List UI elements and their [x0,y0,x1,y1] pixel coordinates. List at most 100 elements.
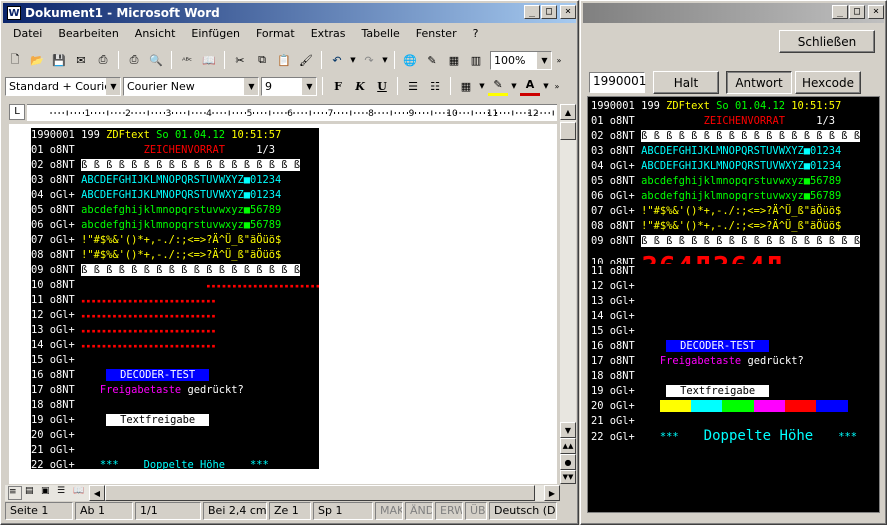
document-page[interactable]: 1990001 199 ZDFtext So 01.04.12 10:51:57… [9,124,557,484]
bullets-icon[interactable]: ☷ [425,76,445,96]
menu-item[interactable]: Format [248,26,303,44]
maximize-button[interactable]: □ [849,5,865,19]
undo-dropdown-icon[interactable]: ▼ [349,50,357,70]
highlight-dropdown-icon[interactable]: ▼ [510,76,518,96]
horizontal-ruler[interactable]: 12345678910111213 [27,104,557,121]
browse-object-button[interactable]: ● [560,454,576,470]
halt-button[interactable]: Halt [653,71,719,94]
zoom-select[interactable]: 100% ▼ [490,50,552,70]
format-painter-icon[interactable]: 🖌 [296,50,316,70]
teletext-text [635,415,641,427]
new-doc-icon[interactable]: 🗋 [5,50,25,70]
minimize-button[interactable]: _ [832,5,848,19]
row-code: 20 oGl+ [31,429,75,441]
font-color-icon[interactable]: A [520,76,540,96]
page-fraction: 1/3 [816,115,836,127]
page-input[interactable]: 1990001 [589,72,646,93]
insert-table-icon[interactable]: ▦ [444,50,464,70]
size-select[interactable]: 9 ▼ [261,76,317,96]
highlight-icon[interactable]: ✎ [488,76,508,96]
italic-button[interactable]: K [350,76,370,96]
scroll-right-button[interactable]: ▶ [544,485,560,501]
hyperlink-icon[interactable]: 🌐 [400,50,420,70]
print-view-icon[interactable]: ▣ [41,486,50,496]
close-app-button[interactable]: Schließen [779,30,875,53]
close-button[interactable]: × [560,5,576,19]
print-preview-icon[interactable]: ⎙ [124,50,144,70]
open-icon[interactable]: 📂 [27,50,47,70]
close-button[interactable]: × [868,5,884,19]
font-select[interactable]: Courier New ▼ [123,76,259,96]
tab-selector[interactable]: L [9,104,25,120]
menu-item[interactable]: Extras [303,26,354,44]
scroll-down-button[interactable]: ▼ [560,422,576,438]
border-icon[interactable]: ▦ [456,76,476,96]
teletext-row: 08 o8NT !"#$%&'()*+,-./:;<=>?Ä^Ü_ß"äÖüö$ [31,248,319,263]
web-view-icon[interactable]: ▤ [25,486,34,496]
scroll-thumb[interactable] [560,122,576,140]
mosaic-row: ▪▪▪▪▪▪▪▪▪▪▪▪▪▪▪▪▪▪▪▪▪▪▪▪▪▪ [81,297,217,305]
hscroll-thumb[interactable] [105,485,535,501]
row-code: 11 o8NT [31,294,75,306]
menu-item[interactable]: Einfügen [183,26,248,44]
teletext-text: ABCDEFGHIJKLMNOPQRSTUVWXYZ [641,160,804,172]
status-erw[interactable]: ERW [435,502,463,520]
menu-item[interactable]: Bearbeiten [50,26,126,44]
hexcode-button[interactable]: Hexcode [795,71,861,94]
row-code: 13 oGl+ [31,324,75,336]
scroll-up-button[interactable]: ▲ [560,104,576,120]
horizontal-scrollbar[interactable]: ≡ ▤ ▣ ☰ 📖 ◀ ▶ [5,485,560,501]
menu-item[interactable]: ? [465,26,487,44]
vertical-scrollbar[interactable]: ▲ ▼ ▲▲ ● ▼▼ [560,104,576,484]
menu-item[interactable]: Datei [5,26,50,44]
cut-icon[interactable]: ✂ [230,50,250,70]
menu-item[interactable]: Fenster [408,26,465,44]
scroll-left-button[interactable]: ◀ [89,485,105,501]
status-ueb[interactable]: ÜB [465,502,487,520]
paste-icon[interactable]: 📋 [274,50,294,70]
undo-icon[interactable]: ↶ [327,50,347,70]
ruler-ticks: 12345678910111213 [50,109,554,119]
prev-page-button[interactable]: ▲▲ [560,438,576,454]
minimize-button[interactable]: _ [524,5,540,19]
border-dropdown-icon[interactable]: ▼ [478,76,486,96]
teletext-text [81,279,206,291]
outline-view-icon[interactable]: ☰ [57,486,65,496]
chevron-down-icon[interactable]: ▼ [244,77,258,95]
chevron-down-icon[interactable]: ▼ [537,51,551,69]
preview-icon[interactable]: 🔍 [146,50,166,70]
columns-icon[interactable]: ▥ [466,50,486,70]
permission-icon[interactable]: ✉ [71,50,91,70]
menu-item[interactable]: Ansicht [127,26,184,44]
row-code: 02 o8NT [591,130,635,142]
chevron-down-icon[interactable]: ▼ [106,77,120,95]
reading-view-icon[interactable]: 📖 [73,486,84,496]
chevron-down-icon[interactable]: ▼ [302,77,316,95]
toolbar-options-icon[interactable]: » [552,76,562,96]
normal-view-icon[interactable]: ≡ [8,486,22,500]
maximize-button[interactable]: □ [541,5,557,19]
tables-borders-icon[interactable]: ✎ [422,50,442,70]
save-icon[interactable]: 💾 [49,50,69,70]
status-aend[interactable]: ÄND [405,502,433,520]
underline-button[interactable]: U [372,76,392,96]
spelling-icon[interactable]: ᴬᴮᶜ [177,50,197,70]
style-select[interactable]: Standard + Courier ▼ [5,76,121,96]
bold-button[interactable]: F [328,76,348,96]
next-page-button[interactable]: ▼▼ [560,470,576,484]
redo-dropdown-icon[interactable]: ▼ [381,50,389,70]
font-color-dropdown-icon[interactable]: ▼ [542,76,550,96]
row-code: 08 o8NT [591,220,635,232]
copy-icon[interactable]: ⧉ [252,50,272,70]
redo-icon[interactable]: ↷ [359,50,379,70]
research-icon[interactable]: 📖 [199,50,219,70]
numbering-icon[interactable]: ☰ [403,76,423,96]
antwort-button[interactable]: Antwort [726,71,792,94]
status-mak[interactable]: MAK [375,502,403,520]
print-icon[interactable]: ⎙ [93,50,113,70]
teletext-display: 1990001 199 ZDFtext So 01.04.12 10:51:57… [587,96,880,513]
row-code: 18 o8NT [31,399,75,411]
teletext-row: 04 oGl+ ABCDEFGHIJKLMNOPQRSTUVWXYZ■01234 [591,159,876,174]
menu-item[interactable]: Tabelle [354,26,408,44]
toolbar-options-icon[interactable]: » [554,50,564,70]
